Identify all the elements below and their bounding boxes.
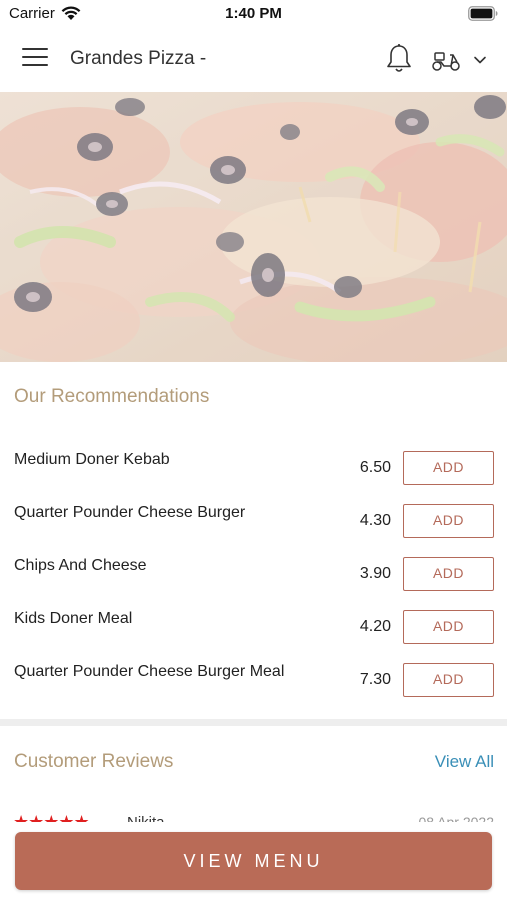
item-price: 4.30 [359, 512, 391, 529]
recommendation-item: Quarter Pounder Cheese Burger Meal 7.30 … [0, 663, 507, 716]
status-bar: Carrier 1:40 PM [0, 0, 507, 28]
item-price: 7.30 [359, 671, 391, 688]
battery-icon [468, 6, 498, 21]
recommendation-item: Medium Doner Kebab 6.50 ADD [0, 451, 507, 504]
recommendation-item: Chips And Cheese 3.90 ADD [0, 557, 507, 610]
chevron-down-icon[interactable] [472, 54, 488, 66]
item-price: 6.50 [359, 459, 391, 476]
item-price: 3.90 [359, 565, 391, 582]
item-name: Chips And Cheese [14, 557, 147, 574]
view-all-link[interactable]: View All [435, 752, 494, 772]
item-name: Kids Doner Meal [14, 610, 133, 627]
add-button[interactable]: ADD [403, 504, 494, 538]
restaurant-title: Grandes Pizza - [70, 48, 207, 69]
pizza-photo [0, 92, 507, 362]
section-divider [0, 719, 507, 726]
menu-icon[interactable] [22, 48, 48, 70]
add-button[interactable]: ADD [403, 451, 494, 485]
status-time: 1:40 PM [225, 5, 282, 22]
bell-icon[interactable] [385, 43, 413, 75]
add-button[interactable]: ADD [403, 557, 494, 591]
add-button[interactable]: ADD [403, 663, 494, 697]
recommendation-item: Kids Doner Meal 4.20 ADD [0, 610, 507, 663]
item-price: 4.20 [359, 618, 391, 635]
item-name: Medium Doner Kebab [14, 451, 170, 468]
recommendations-title: Our Recommendations [14, 386, 210, 407]
add-button[interactable]: ADD [403, 610, 494, 644]
reviews-title: Customer Reviews [14, 751, 174, 772]
scooter-icon[interactable] [431, 47, 461, 73]
app-header: Grandes Pizza - [0, 28, 507, 92]
item-name: Quarter Pounder Cheese Burger Meal [14, 663, 285, 680]
view-menu-button[interactable]: VIEW MENU [15, 832, 492, 890]
item-name: Quarter Pounder Cheese Burger [14, 504, 246, 521]
recommendation-item: Quarter Pounder Cheese Burger 4.30 ADD [0, 504, 507, 557]
